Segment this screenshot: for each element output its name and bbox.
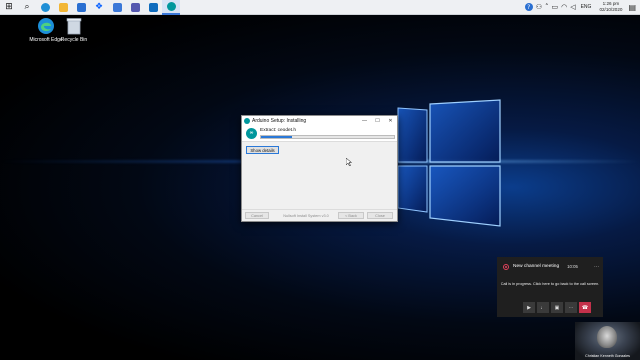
participant-avatar xyxy=(597,326,617,348)
camera-icon[interactable]: ▶ xyxy=(523,302,535,313)
search-icon[interactable]: ⌕ xyxy=(18,0,36,15)
desktop-icon-recycle-bin[interactable]: Recycle Bin xyxy=(56,17,92,43)
outlook-icon[interactable] xyxy=(144,0,162,15)
dropbox-icon[interactable]: ❖ xyxy=(90,0,108,15)
back-button[interactable]: < Back xyxy=(338,212,364,219)
extract-status: Extract: ceodet.h xyxy=(260,127,296,133)
chevron-up-icon[interactable]: ˄ xyxy=(545,3,549,11)
installer-header: ∞ Extract: ceodet.h xyxy=(242,125,397,142)
battery-icon[interactable]: ▭ xyxy=(551,3,558,11)
arduino-logo-icon: ∞ xyxy=(246,127,257,139)
meeting-time: 10:05 xyxy=(567,264,578,269)
wifi-icon[interactable]: ◠ xyxy=(561,3,567,11)
close-icon[interactable]: ✕ xyxy=(384,118,397,124)
recycle-bin-icon xyxy=(66,18,82,35)
install-progress-bar xyxy=(260,134,395,139)
arduino-icon xyxy=(244,117,250,124)
mouse-cursor-icon xyxy=(346,158,352,166)
search-glyph: ⌕ xyxy=(24,2,30,12)
call-message[interactable]: Call is in progress. Click here to go ba… xyxy=(497,282,603,286)
taskbar: ⊞ ⌕ ❖ ? ⚇ ˄ ▭ ◠ ◁ ENG 1:26 pm 02/10/2020… xyxy=(0,0,640,15)
more-options-icon[interactable]: ··· xyxy=(594,264,599,270)
system-tray: ? ⚇ ˄ ▭ ◠ ◁ ENG 1:26 pm 02/10/2020 ▤ xyxy=(524,0,640,15)
edge-icon[interactable] xyxy=(36,0,54,15)
window-titlebar[interactable]: Arduino Setup: Installing — ☐ ✕ xyxy=(242,116,397,125)
start-glyph: ⊞ xyxy=(5,2,13,12)
volume-icon[interactable]: ◁ xyxy=(570,3,575,11)
close-button[interactable]: Close xyxy=(367,212,393,219)
calendar-icon[interactable] xyxy=(108,0,126,15)
nsis-brand-label: Nullsoft Install System v3.0 xyxy=(283,213,329,218)
cancel-button[interactable]: Cancel xyxy=(245,212,269,219)
people-icon[interactable]: ⚇ xyxy=(536,3,542,11)
clock[interactable]: 1:26 pm 02/10/2020 xyxy=(596,1,625,13)
share-screen-icon[interactable]: ▣ xyxy=(551,302,563,313)
start-icon[interactable]: ⊞ xyxy=(0,0,18,15)
installer-footer: Cancel Nullsoft Install System v3.0 < Ba… xyxy=(242,209,397,221)
webcam-preview[interactable]: Christian Kenneth Gonzales xyxy=(575,322,640,360)
participant-name: Christian Kenneth Gonzales xyxy=(585,354,630,358)
help-icon[interactable]: ? xyxy=(524,3,533,11)
desktop-icon-label: Recycle Bin xyxy=(60,37,88,43)
arduino-setup-window: Arduino Setup: Installing — ☐ ✕ ∞ Extrac… xyxy=(241,115,398,222)
teams-call-notification[interactable]: New channel meeting 10:05 ··· Call is in… xyxy=(497,257,603,317)
minimize-icon[interactable]: — xyxy=(358,118,371,124)
microphone-icon[interactable]: ♩ xyxy=(537,302,549,313)
arduino-taskbar-icon[interactable] xyxy=(162,0,180,15)
more-actions-icon[interactable]: ⋯ xyxy=(565,302,577,313)
language-indicator[interactable]: ENG xyxy=(579,4,594,10)
store-icon[interactable] xyxy=(72,0,90,15)
file-explorer-icon[interactable] xyxy=(54,0,72,15)
edge-icon xyxy=(38,18,54,34)
progress-fill xyxy=(261,135,292,138)
meeting-status-icon xyxy=(503,263,509,270)
teams-icon[interactable] xyxy=(126,0,144,15)
maximize-icon[interactable]: ☐ xyxy=(371,118,384,124)
hang-up-icon[interactable]: ☎ xyxy=(579,302,591,313)
show-details-button[interactable]: Show details xyxy=(246,146,279,154)
clock-date: 02/10/2020 xyxy=(599,7,623,12)
dropbox-glyph: ❖ xyxy=(94,2,104,12)
meeting-name: New channel meeting xyxy=(513,264,560,269)
notification-icon[interactable]: ▤ xyxy=(628,3,636,12)
window-title: Arduino Setup: Installing xyxy=(252,117,307,124)
